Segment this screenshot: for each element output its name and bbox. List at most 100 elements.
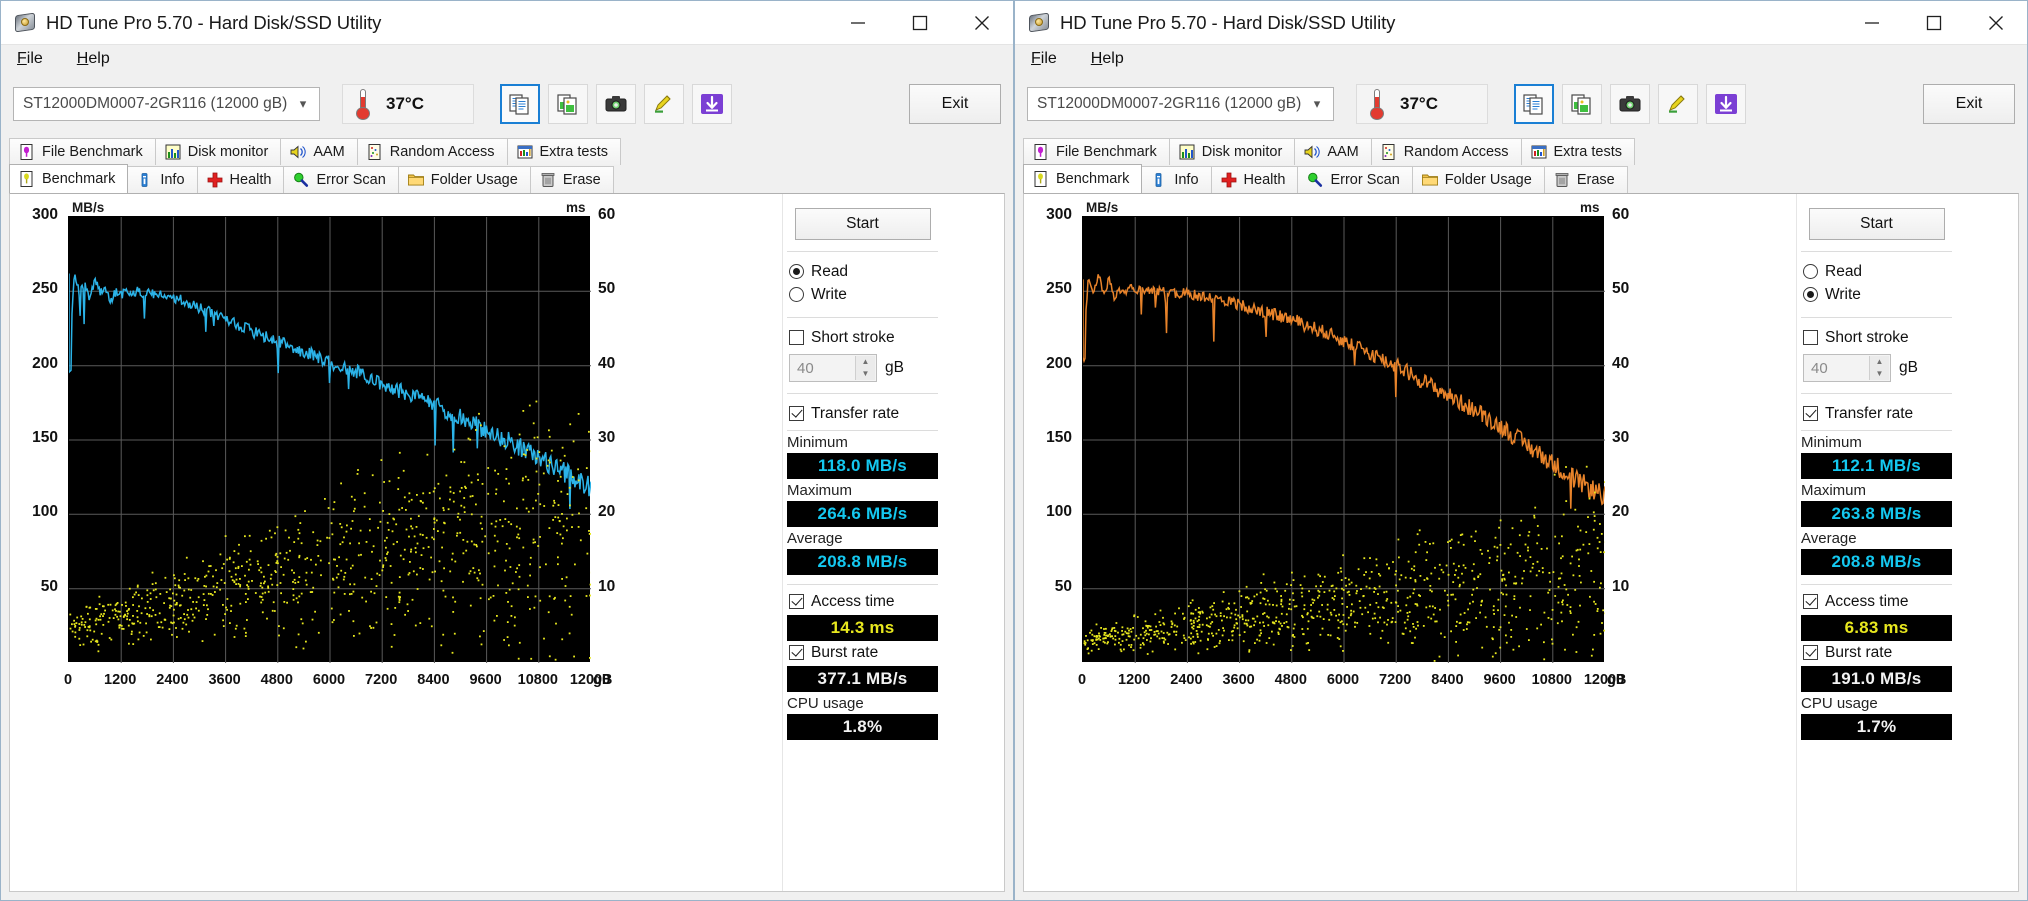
average-label: Average: [787, 530, 843, 547]
x-axis-unit: gB: [1607, 672, 1627, 688]
exit-button[interactable]: Exit: [909, 84, 1001, 124]
checkbox-burst-rate[interactable]: Burst rate: [1797, 641, 1956, 664]
tab-aam[interactable]: AAM: [280, 138, 358, 165]
exit-button[interactable]: Exit: [1923, 84, 2015, 124]
save-icon-button[interactable]: [692, 84, 732, 124]
temperature-display: 37°C: [342, 84, 474, 124]
short-stroke-value: 40: [1811, 359, 1828, 377]
device-select[interactable]: ST12000DM0007-2GR116 (12000 gB) ▾: [13, 87, 320, 121]
checkbox-short-stroke[interactable]: Short stroke: [1797, 326, 1956, 349]
short-stroke-unit: gB: [1899, 359, 1918, 376]
tab-label: Info: [1174, 172, 1199, 188]
tab-label: Info: [160, 172, 185, 188]
short-stroke-size-row: 40 ▲ ▼ gB: [783, 354, 942, 382]
minimize-button[interactable]: [1841, 1, 1903, 45]
copy-image-icon-button[interactable]: [548, 84, 588, 124]
tab-folder-usage[interactable]: Folder Usage: [1411, 166, 1545, 193]
cpu-usage-label: CPU usage: [787, 695, 864, 712]
menu-item-help[interactable]: Help: [73, 48, 114, 70]
minimize-button[interactable]: [827, 1, 889, 45]
menu-item-help[interactable]: Help: [1087, 48, 1128, 70]
radio-write[interactable]: Write: [1797, 283, 1956, 306]
save-icon-button[interactable]: [1706, 84, 1746, 124]
access-time-checkbox-indicator: [1803, 594, 1818, 609]
x-tick: 4800: [260, 672, 293, 688]
tab-info[interactable]: Info: [1141, 166, 1212, 193]
x-axis-unit: gB: [593, 672, 613, 688]
tab-extra-tests[interactable]: Extra tests: [506, 138, 622, 165]
tab-error-scan[interactable]: Error Scan: [1297, 166, 1413, 193]
checkbox-access-time[interactable]: Access time: [1797, 590, 1956, 613]
maximize-button[interactable]: [1903, 1, 1965, 45]
tab-disk-monitor[interactable]: Disk monitor: [154, 138, 282, 165]
tab-erase[interactable]: Erase: [529, 166, 614, 193]
tab-random-access[interactable]: Random Access: [1370, 138, 1522, 165]
tab-folder-usage[interactable]: Folder Usage: [397, 166, 531, 193]
y-tick-right: 60: [1612, 206, 1630, 223]
radio-write-indicator: [1803, 287, 1818, 302]
close-button[interactable]: [1965, 1, 2027, 45]
benchmark-chart: MB/s ms 50 100 150 200 250 300 10 20 30 40 50 60 0 1200…: [10, 194, 776, 891]
plot-area: [1082, 216, 1605, 663]
tab-disk-monitor[interactable]: Disk monitor: [1168, 138, 1296, 165]
toolbar-icon-group: [1514, 84, 1746, 124]
y-axis-unit-left: MB/s: [72, 200, 105, 215]
tab-label: Random Access: [1403, 144, 1509, 160]
checkbox-access-time[interactable]: Access time: [783, 590, 942, 613]
copy-icon-button[interactable]: [1514, 84, 1554, 124]
transfer-rate-label: Transfer rate: [1825, 404, 1914, 422]
thermometer-icon: [350, 88, 376, 120]
copy-icon-button[interactable]: [500, 84, 540, 124]
copy-image-icon-button[interactable]: [1562, 84, 1602, 124]
screenshot-icon-button[interactable]: [1610, 84, 1650, 124]
start-button[interactable]: Start: [1808, 208, 1945, 240]
tab-random-access[interactable]: Random Access: [356, 138, 508, 165]
screenshot-icon-button[interactable]: [596, 84, 636, 124]
checkbox-transfer-rate[interactable]: Transfer rate: [783, 402, 942, 425]
benchmark-icon: [18, 170, 36, 188]
extra-tests-icon: [516, 143, 534, 161]
tab-health[interactable]: Health: [196, 166, 285, 193]
tab-info[interactable]: Info: [127, 166, 198, 193]
radio-read-label: Read: [1825, 262, 1863, 280]
start-button[interactable]: Start: [794, 208, 931, 240]
tab-aam[interactable]: AAM: [1294, 138, 1372, 165]
tab-benchmark[interactable]: Benchmark: [9, 164, 129, 193]
window-title: HD Tune Pro 5.70 - Hard Disk/SSD Utility: [1060, 11, 1396, 33]
tab-health[interactable]: Health: [1210, 166, 1299, 193]
folder-usage-icon: [1421, 171, 1439, 189]
tab-file-benchmark[interactable]: File Benchmark: [9, 138, 156, 165]
short-stroke-stepper[interactable]: 40 ▲ ▼: [789, 354, 877, 382]
close-button[interactable]: [951, 1, 1013, 45]
maximize-button[interactable]: [889, 1, 951, 45]
radio-write-label: Write: [1825, 285, 1861, 303]
radio-write[interactable]: Write: [783, 283, 942, 306]
stepper-arrows-icon[interactable]: ▲ ▼: [855, 356, 875, 380]
tab-extra-tests[interactable]: Extra tests: [1520, 138, 1636, 165]
radio-write-indicator: [789, 287, 804, 302]
y-tick-right: 10: [1612, 577, 1630, 595]
divider: [787, 430, 938, 431]
app-disk-icon: [15, 12, 37, 34]
tab-benchmark[interactable]: Benchmark: [1023, 164, 1143, 193]
transfer-rate-checkbox-indicator: [789, 406, 804, 421]
tab-strip: File Benchmark Disk monitor AAM Random Acce…: [1015, 135, 2027, 193]
highlighter-icon-button[interactable]: [1658, 84, 1698, 124]
device-select[interactable]: ST12000DM0007-2GR116 (12000 gB) ▾: [1027, 87, 1334, 121]
highlighter-icon-button[interactable]: [644, 84, 684, 124]
toolbar-icon-group: [500, 84, 732, 124]
tab-erase[interactable]: Erase: [1543, 166, 1628, 193]
tab-error-scan[interactable]: Error Scan: [283, 166, 399, 193]
benchmark-options-panel: Start Read Write Short stroke 40 ▲ ▼ gB Transfer…: [782, 194, 942, 891]
checkbox-burst-rate[interactable]: Burst rate: [783, 641, 942, 664]
radio-read[interactable]: Read: [783, 260, 942, 283]
checkbox-transfer-rate[interactable]: Transfer rate: [1797, 402, 1956, 425]
divider: [1801, 251, 1952, 252]
menu-item-file[interactable]: File: [13, 48, 47, 70]
menu-item-file[interactable]: File: [1027, 48, 1061, 70]
radio-read[interactable]: Read: [1797, 260, 1956, 283]
tab-file-benchmark[interactable]: File Benchmark: [1023, 138, 1170, 165]
stepper-arrows-icon[interactable]: ▲ ▼: [1869, 356, 1889, 380]
checkbox-short-stroke[interactable]: Short stroke: [783, 326, 942, 349]
short-stroke-stepper[interactable]: 40 ▲ ▼: [1803, 354, 1891, 382]
